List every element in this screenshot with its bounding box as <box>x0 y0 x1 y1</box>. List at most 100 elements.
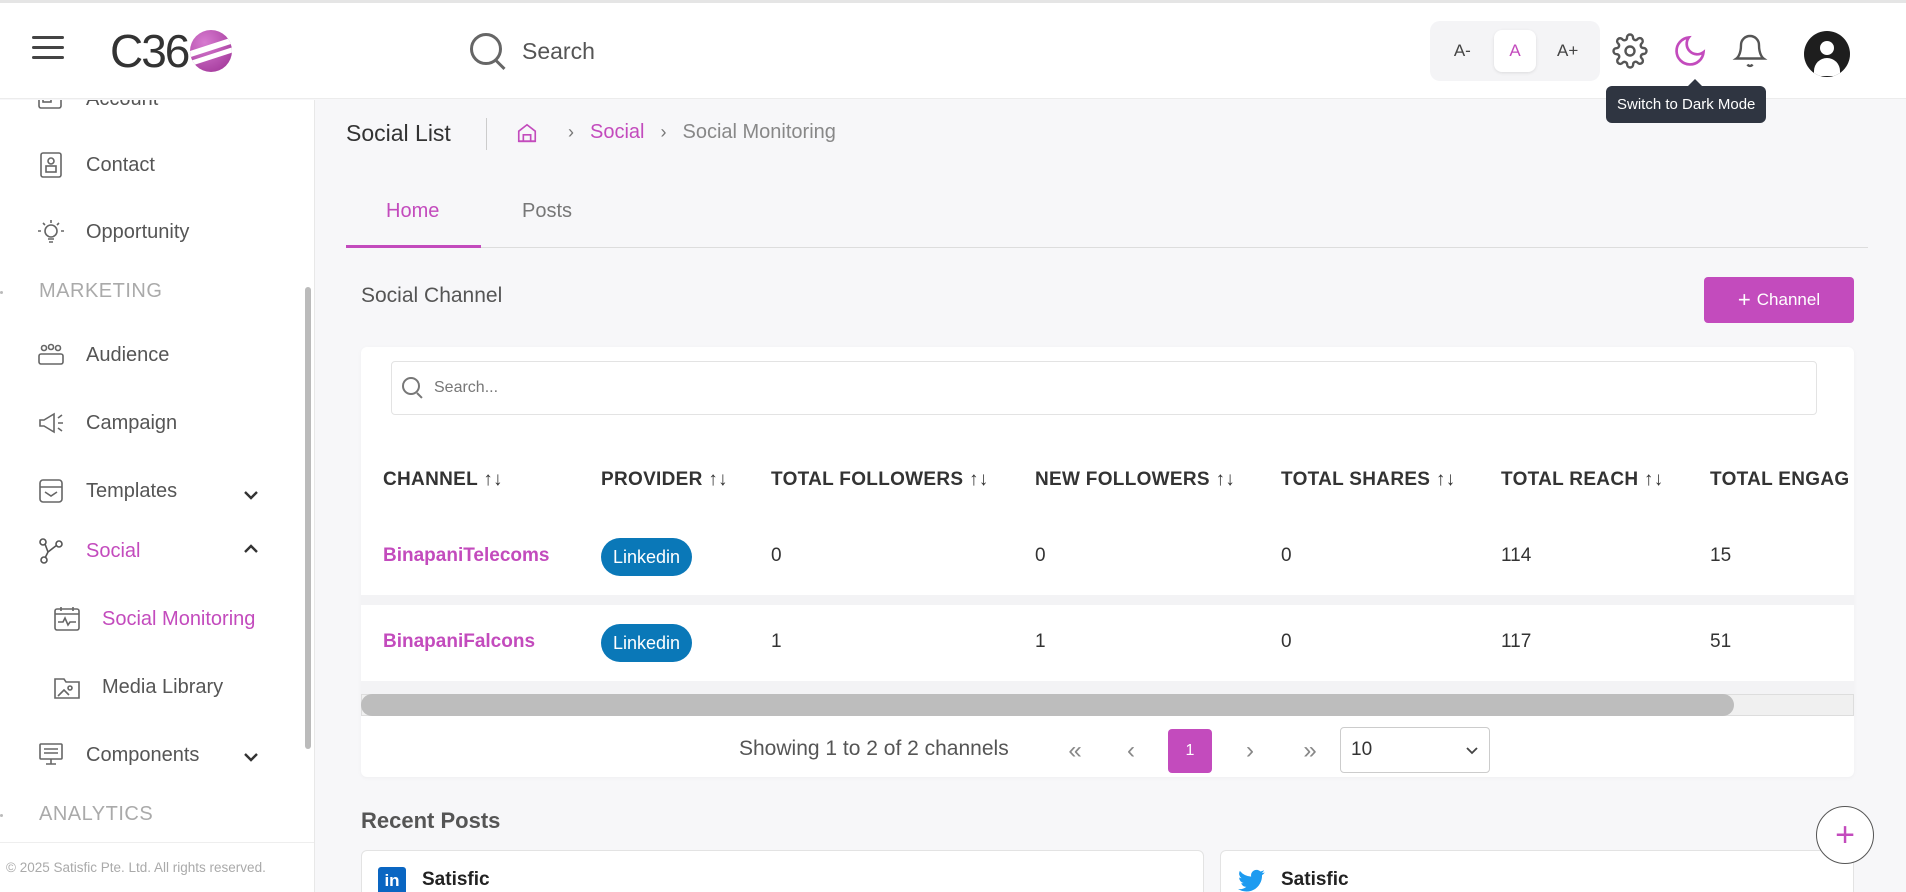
gear-icon[interactable] <box>1612 33 1648 69</box>
sidebar: Account Contact Opportunity MARKETING Au… <box>0 100 315 892</box>
sidebar-item-label: Audience <box>86 343 170 366</box>
copyright: © 2025 Satisfic Pte. Ltd. All rights res… <box>6 860 266 875</box>
column-header-new-followers[interactable]: NEW FOLLOWERS ↑↓ <box>1035 469 1235 491</box>
templates-icon <box>39 479 63 503</box>
total-reach-cell: 117 <box>1501 631 1532 652</box>
column-header-provider[interactable]: PROVIDER ↑↓ <box>601 469 728 491</box>
breadcrumb: › Social › Social Monitoring <box>516 121 836 144</box>
pagination-summary: Showing 1 to 2 of 2 channels <box>739 737 1009 760</box>
page-button-current[interactable]: 1 <box>1168 729 1212 773</box>
sidebar-item-label: Contact <box>86 153 155 176</box>
sidebar-item-media-library[interactable]: Media Library <box>52 672 223 702</box>
lightbulb-icon <box>38 220 64 243</box>
audience-icon <box>38 343 64 365</box>
column-header-total-shares[interactable]: TOTAL SHARES ↑↓ <box>1281 469 1455 491</box>
home-icon[interactable] <box>516 122 538 144</box>
sidebar-item-label: Campaign <box>86 411 178 434</box>
account-icon <box>38 100 62 109</box>
sidebar-item-components[interactable]: Components <box>36 740 199 770</box>
dark-mode-tooltip: Switch to Dark Mode <box>1606 79 1767 123</box>
image-folder-icon <box>54 678 80 699</box>
table-search-input[interactable] <box>434 379 1734 397</box>
provider-badge: Linkedin <box>601 538 693 576</box>
search-icon[interactable] <box>468 31 508 71</box>
column-header-channel[interactable]: CHANNEL ↑↓ <box>383 469 503 491</box>
sidebar-item-label: Social <box>86 539 141 562</box>
footer-divider <box>0 842 314 843</box>
sidebar-item-social-monitoring[interactable]: Social Monitoring <box>52 604 255 634</box>
sidebar-item-opportunity[interactable]: Opportunity <box>36 217 189 247</box>
provider-badge: Linkedin <box>601 624 693 662</box>
font-increase-button[interactable]: A+ <box>1547 30 1589 72</box>
section-dot <box>0 291 3 294</box>
plus-icon: + <box>1737 287 1751 312</box>
add-channel-label: Channel <box>1756 290 1821 309</box>
bell-icon[interactable] <box>1732 33 1768 69</box>
row-divider <box>361 595 1854 605</box>
section-analytics: ANALYTICS <box>39 803 154 825</box>
total-followers-cell: 0 <box>771 545 782 566</box>
chevron-down-icon[interactable] <box>242 748 260 766</box>
linkedin-icon: in <box>378 867 406 892</box>
new-followers-cell: 0 <box>1035 545 1046 566</box>
contact-icon <box>40 152 62 178</box>
next-page-icon[interactable]: › <box>1228 729 1272 773</box>
tab-bar: Home Posts <box>346 190 1868 248</box>
components-icon <box>39 743 63 765</box>
social-network-icon <box>39 538 63 564</box>
title-divider <box>486 118 487 150</box>
column-header-total-engagement[interactable]: TOTAL ENGAG <box>1710 469 1849 491</box>
prev-page-icon[interactable]: ‹ <box>1109 729 1153 773</box>
sidebar-item-contact[interactable]: Contact <box>36 150 155 180</box>
moon-icon[interactable] <box>1672 33 1708 69</box>
chevron-up-icon[interactable] <box>242 540 260 558</box>
page-size-select[interactable]: 10 <box>1340 727 1490 773</box>
sidebar-item-account[interactable]: Account <box>36 100 158 114</box>
tab-posts[interactable]: Posts <box>522 200 572 223</box>
sidebar-item-social[interactable]: Social <box>36 536 140 566</box>
page-title: Social List <box>346 120 451 146</box>
post-card[interactable]: Satisfic <box>1220 850 1854 892</box>
megaphone-icon <box>39 412 63 434</box>
sidebar-item-audience[interactable]: Audience <box>36 340 169 370</box>
breadcrumb-social[interactable]: Social <box>590 121 644 144</box>
chevron-down-icon <box>1466 747 1478 755</box>
post-author: Satisfic <box>1281 869 1349 890</box>
table-row[interactable]: BinapaniTelecoms Linkedin 0 0 0 114 15 <box>361 519 1854 595</box>
table-row[interactable]: BinapaniFalcons Linkedin 1 1 0 117 51 <box>361 605 1854 681</box>
horizontal-scroll-thumb[interactable] <box>361 694 1734 716</box>
tab-home[interactable]: Home <box>386 200 439 223</box>
app-logo[interactable]: C36 <box>110 25 233 77</box>
table-header: CHANNEL ↑↓ PROVIDER ↑↓ TOTAL FOLLOWERS ↑… <box>361 457 1854 507</box>
floating-add-button[interactable]: + <box>1816 806 1874 864</box>
last-page-icon[interactable]: » <box>1288 729 1332 773</box>
breadcrumb-current: Social Monitoring <box>682 121 836 143</box>
sidebar-scrollbar[interactable] <box>305 287 311 749</box>
post-card[interactable]: in Satisfic <box>361 850 1204 892</box>
font-size-toggle: A- A A+ <box>1430 21 1600 81</box>
sidebar-item-label: Templates <box>86 479 178 502</box>
channel-name-link[interactable]: BinapaniTelecoms <box>383 545 549 567</box>
user-avatar[interactable] <box>1804 31 1850 77</box>
hamburger-menu-icon[interactable] <box>32 36 66 62</box>
font-normal-button[interactable]: A <box>1493 30 1536 72</box>
sidebar-item-templates[interactable]: Templates <box>36 476 177 506</box>
global-search-input[interactable] <box>522 37 922 65</box>
first-page-icon[interactable]: « <box>1053 729 1097 773</box>
column-header-total-reach[interactable]: TOTAL REACH ↑↓ <box>1501 469 1664 491</box>
sidebar-item-label: Opportunity <box>86 220 190 243</box>
font-decrease-button[interactable]: A- <box>1441 30 1483 72</box>
channel-name-link[interactable]: BinapaniFalcons <box>383 631 535 653</box>
total-reach-cell: 114 <box>1501 545 1532 566</box>
sidebar-item-campaign[interactable]: Campaign <box>36 408 177 438</box>
new-followers-cell: 1 <box>1035 631 1046 652</box>
search-icon <box>402 377 424 399</box>
recent-posts-title: Recent Posts <box>361 808 501 833</box>
logo-globe-icon <box>190 30 233 72</box>
add-channel-button[interactable]: + Channel <box>1704 277 1854 323</box>
channel-table-card: CHANNEL ↑↓ PROVIDER ↑↓ TOTAL FOLLOWERS ↑… <box>361 347 1854 777</box>
column-header-total-followers[interactable]: TOTAL FOLLOWERS ↑↓ <box>771 469 989 491</box>
section-dot <box>0 814 3 817</box>
global-search <box>468 31 922 71</box>
chevron-down-icon[interactable] <box>242 486 260 504</box>
